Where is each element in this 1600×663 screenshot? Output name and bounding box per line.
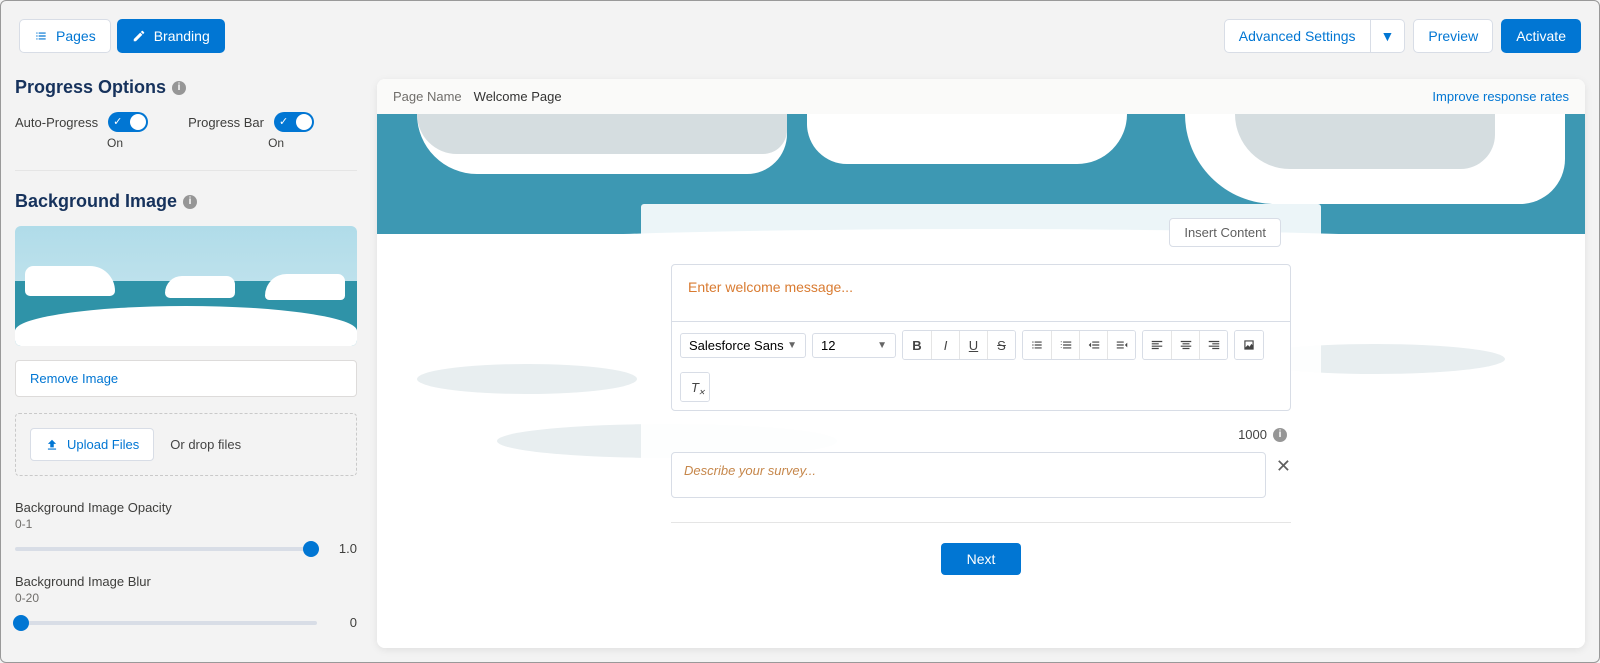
caret-down-icon: ▼ — [787, 340, 797, 351]
auto-progress-label: Auto-Progress — [15, 115, 98, 130]
remove-image-button[interactable]: Remove Image — [15, 360, 357, 397]
strike-button[interactable]: S — [987, 331, 1015, 359]
progress-bar-toggle[interactable]: ✓ — [274, 112, 314, 132]
progress-bar-state: On — [268, 136, 284, 150]
upload-icon — [45, 438, 59, 452]
insert-content-button[interactable]: Insert Content — [1169, 218, 1281, 247]
caret-down-icon: ▼ — [1381, 28, 1395, 44]
align-center-button[interactable] — [1171, 331, 1199, 359]
welcome-card: Insert Content Enter welcome message... … — [641, 204, 1321, 599]
blur-range: 0-20 — [15, 591, 357, 605]
align-center-icon — [1179, 338, 1193, 352]
drop-files-text: Or drop files — [170, 437, 241, 452]
clear-format-button[interactable]: T✕ — [681, 373, 709, 401]
upload-files-button[interactable]: Upload Files — [30, 428, 154, 461]
upload-dropzone[interactable]: Upload Files Or drop files — [15, 413, 357, 476]
outdent-icon — [1087, 338, 1101, 352]
rich-text-toolbar: Salesforce Sans▼ 12▼ B I U S — [672, 321, 1290, 410]
improve-response-link[interactable]: Improve response rates — [1432, 89, 1569, 104]
page-name-label: Page Name — [393, 89, 462, 104]
pages-button[interactable]: Pages — [19, 19, 111, 53]
number-list-button[interactable] — [1051, 331, 1079, 359]
advanced-settings-dropdown[interactable]: ▼ — [1371, 19, 1406, 53]
welcome-editor: Enter welcome message... Salesforce Sans… — [671, 264, 1291, 411]
font-size-select[interactable]: 12▼ — [812, 333, 896, 358]
opacity-range: 0-1 — [15, 517, 357, 531]
welcome-textarea[interactable]: Enter welcome message... — [672, 265, 1290, 321]
image-button[interactable] — [1235, 331, 1263, 359]
advanced-settings-button[interactable]: Advanced Settings — [1224, 19, 1371, 53]
info-icon[interactable]: i — [183, 195, 197, 209]
italic-button[interactable]: I — [931, 331, 959, 359]
char-counter: 1000 — [1238, 427, 1267, 442]
preview-label: Preview — [1428, 28, 1478, 44]
blur-slider[interactable] — [15, 621, 317, 625]
preview-button[interactable]: Preview — [1413, 19, 1493, 53]
describe-textarea[interactable]: Describe your survey... — [671, 452, 1266, 498]
branding-button[interactable]: Branding — [117, 19, 225, 53]
bullet-list-button[interactable] — [1023, 331, 1051, 359]
bold-button[interactable]: B — [903, 331, 931, 359]
opacity-label: Background Image Opacity — [15, 500, 357, 515]
auto-progress-state: On — [107, 136, 123, 150]
background-thumbnail[interactable] — [15, 226, 357, 346]
indent-button[interactable] — [1107, 331, 1135, 359]
auto-progress-toggle[interactable]: ✓ — [108, 112, 148, 132]
opacity-value: 1.0 — [327, 541, 357, 556]
align-left-icon — [1150, 338, 1164, 352]
survey-preview-frame: Page Name Welcome Page Improve response … — [377, 79, 1585, 648]
next-button[interactable]: Next — [941, 543, 1022, 575]
advanced-settings-label: Advanced Settings — [1239, 28, 1356, 44]
close-icon[interactable]: ✕ — [1276, 452, 1291, 477]
background-image-title: Background Image i — [15, 191, 357, 212]
progress-bar-label: Progress Bar — [188, 115, 264, 130]
progress-options-title: Progress Options i — [15, 77, 357, 98]
caret-down-icon: ▼ — [877, 340, 887, 351]
align-right-icon — [1207, 338, 1221, 352]
pencil-icon — [132, 29, 146, 43]
indent-icon — [1115, 338, 1129, 352]
underline-button[interactable]: U — [959, 331, 987, 359]
blur-value: 0 — [327, 615, 357, 630]
branding-sidebar: Progress Options i Auto-Progress ✓ On Pr… — [1, 67, 371, 662]
bullet-list-icon — [1030, 338, 1044, 352]
align-right-button[interactable] — [1199, 331, 1227, 359]
blur-label: Background Image Blur — [15, 574, 357, 589]
activate-label: Activate — [1516, 28, 1566, 44]
image-icon — [1242, 338, 1256, 352]
list-icon — [34, 29, 48, 43]
align-left-button[interactable] — [1143, 331, 1171, 359]
opacity-slider[interactable] — [15, 547, 317, 551]
survey-canvas: Insert Content Enter welcome message... … — [377, 114, 1585, 648]
font-family-select[interactable]: Salesforce Sans▼ — [680, 333, 806, 358]
branding-label: Branding — [154, 28, 210, 44]
outdent-button[interactable] — [1079, 331, 1107, 359]
number-list-icon — [1059, 338, 1073, 352]
page-name-value: Welcome Page — [474, 89, 562, 104]
info-icon[interactable]: i — [1273, 428, 1287, 442]
top-toolbar: Pages Branding Advanced Settings ▼ Previ… — [1, 1, 1599, 67]
activate-button[interactable]: Activate — [1501, 19, 1581, 53]
info-icon[interactable]: i — [172, 81, 186, 95]
pages-label: Pages — [56, 28, 96, 44]
